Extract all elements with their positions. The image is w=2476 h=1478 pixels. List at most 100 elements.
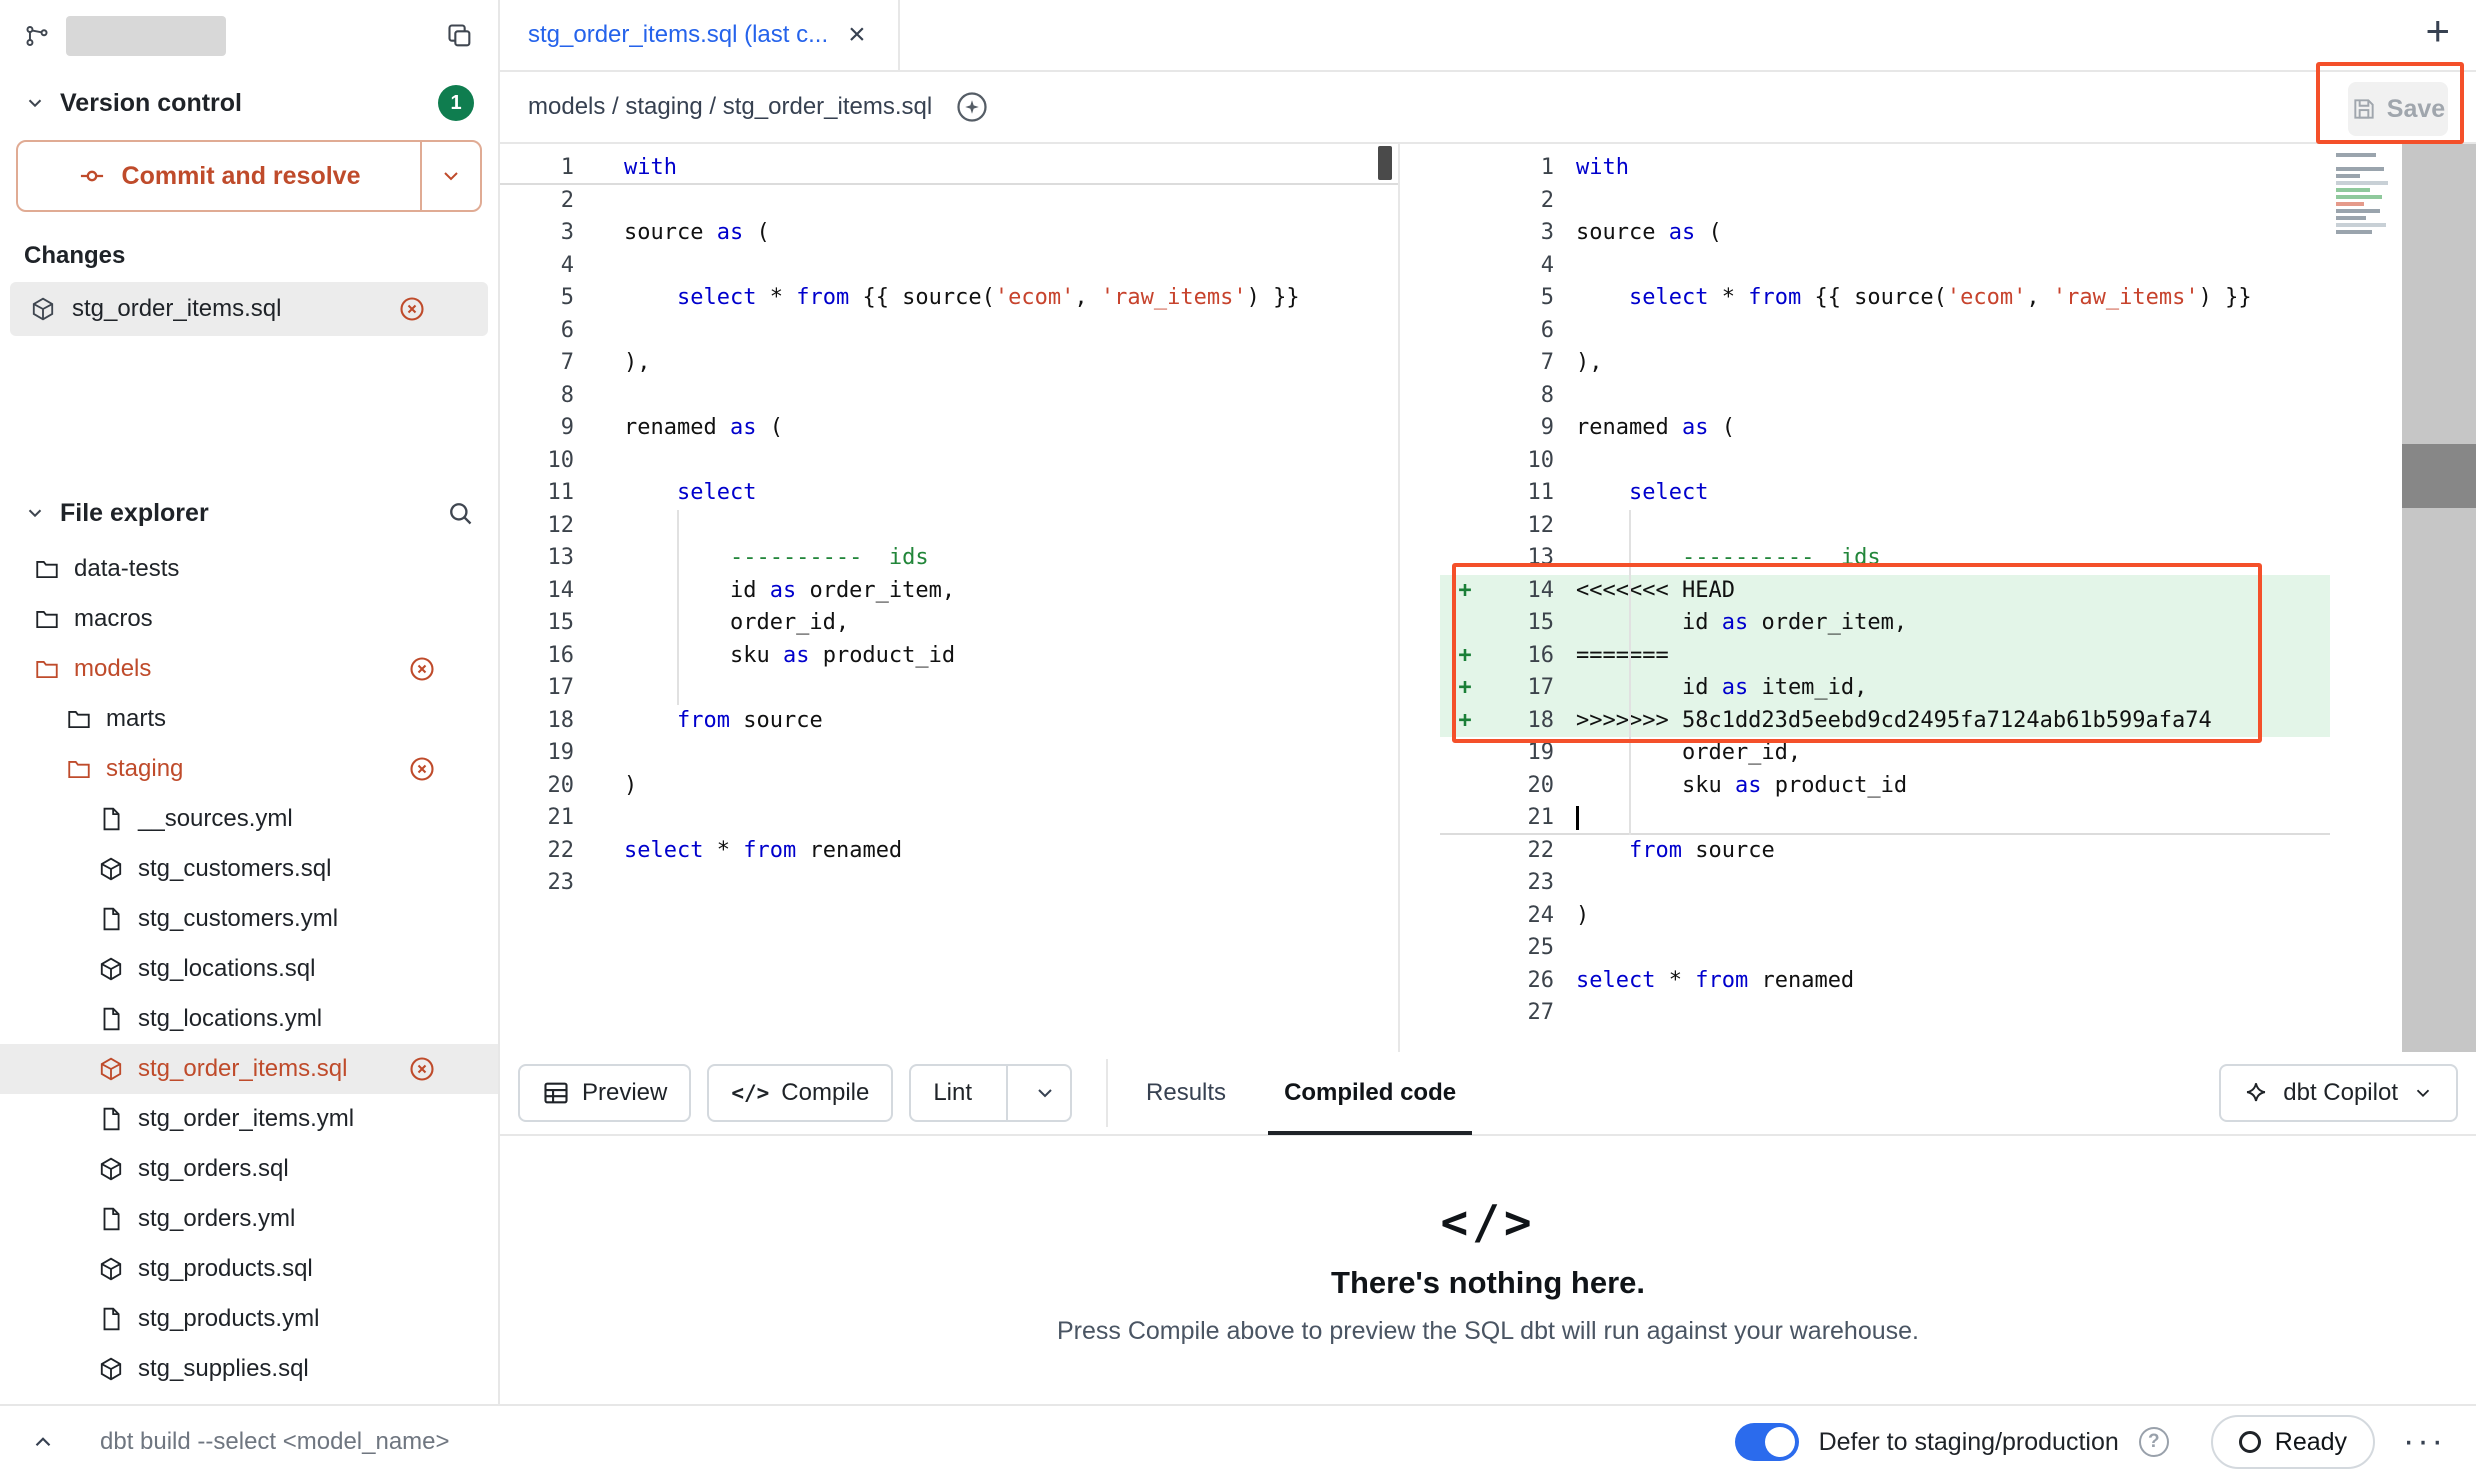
code-line-13[interactable]: 13 ---------- ids (1440, 542, 2330, 575)
file-item-stg-order-items-yml[interactable]: stg_order_items.yml (0, 1094, 498, 1144)
help-icon[interactable]: ? (2139, 1427, 2169, 1457)
editor-pane-right[interactable]: 1with23source as (45 select * from {{ so… (1440, 144, 2330, 1052)
commit-options-caret[interactable] (422, 142, 480, 210)
code-line-21[interactable]: 21 (1440, 802, 2330, 835)
file-item-stg-products-sql[interactable]: stg_products.sql (0, 1244, 498, 1294)
file-item-models[interactable]: models (0, 644, 498, 694)
code-line-3[interactable]: 3source as ( (500, 217, 1398, 250)
code-line-24[interactable]: 24) (1440, 900, 2330, 933)
code-line-12[interactable]: 12 (1440, 510, 2330, 543)
code-line-26[interactable]: 26select * from renamed (1440, 965, 2330, 998)
code-line-1[interactable]: 1with (1440, 152, 2330, 185)
file-item-stg-orders-sql[interactable]: stg_orders.sql (0, 1144, 498, 1194)
code-line-18[interactable]: 18 from source (500, 705, 1398, 738)
lint-button[interactable]: Lint (909, 1064, 1072, 1122)
code-line-3[interactable]: 3source as ( (1440, 217, 2330, 250)
defer-toggle[interactable] (1735, 1423, 1799, 1461)
save-button[interactable]: Save (2348, 82, 2448, 136)
copy-icon[interactable] (446, 22, 474, 50)
code-line-9[interactable]: 9renamed as ( (500, 412, 1398, 445)
command-input[interactable]: dbt build --select <model_name> (100, 1428, 450, 1456)
search-icon[interactable] (446, 499, 474, 527)
code-line-10[interactable]: 10 (1440, 445, 2330, 478)
tab-stg-order-items[interactable]: stg_order_items.sql (last c... × (500, 0, 900, 70)
changed-file-row[interactable]: stg_order_items.sql (10, 282, 488, 336)
code-line-25[interactable]: 25 (1440, 932, 2330, 965)
copilot-badge-icon[interactable] (954, 89, 990, 125)
file-item-data-tests[interactable]: data-tests (0, 544, 498, 594)
code-glyph: </> (1440, 1195, 1535, 1249)
code-line-11[interactable]: 11 select (500, 477, 1398, 510)
close-tab-icon[interactable]: × (848, 20, 866, 50)
file-item-stg-products-yml[interactable]: stg_products.yml (0, 1294, 498, 1344)
file-item-marts[interactable]: marts (0, 694, 498, 744)
ready-status-button[interactable]: Ready (2211, 1415, 2375, 1469)
compile-button[interactable]: </> Compile (707, 1064, 893, 1122)
code-line-6[interactable]: 6 (1440, 315, 2330, 348)
minimap[interactable] (2330, 144, 2402, 1052)
dbt-copilot-button[interactable]: dbt Copilot (2219, 1064, 2458, 1122)
file-item-stg-order-items-sql[interactable]: stg_order_items.sql (0, 1044, 498, 1094)
code-line-6[interactable]: 6 (500, 315, 1398, 348)
code-line-16[interactable]: +16======= (1440, 640, 2330, 673)
collapse-panel-icon[interactable] (30, 1429, 56, 1455)
code-line-22[interactable]: 22select * from renamed (500, 835, 1398, 868)
file-explorer-header[interactable]: File explorer (0, 482, 498, 544)
new-tab-icon[interactable]: + (2425, 10, 2450, 52)
code-line-5[interactable]: 5 select * from {{ source('ecom', 'raw_i… (500, 282, 1398, 315)
code-line-8[interactable]: 8 (500, 380, 1398, 413)
code-line-7[interactable]: 7), (1440, 347, 2330, 380)
preview-button[interactable]: Preview (518, 1064, 691, 1122)
code-line-5[interactable]: 5 select * from {{ source('ecom', 'raw_i… (1440, 282, 2330, 315)
lint-label[interactable]: Lint (911, 1066, 994, 1120)
tab-compiled-code[interactable]: Compiled code (1264, 1051, 1476, 1135)
file-item-stg-locations-yml[interactable]: stg_locations.yml (0, 994, 498, 1044)
code-line-17[interactable]: 17 (500, 672, 1398, 705)
code-line-11[interactable]: 11 select (1440, 477, 2330, 510)
code-line-15[interactable]: 15 id as order_item, (1440, 607, 2330, 640)
tab-results[interactable]: Results (1126, 1051, 1246, 1135)
code-line-16[interactable]: 16 sku as product_id (500, 640, 1398, 673)
version-control-header[interactable]: Version control 1 (0, 72, 498, 134)
code-line-20[interactable]: 20 sku as product_id (1440, 770, 2330, 803)
code-line-2[interactable]: 2 (1440, 185, 2330, 218)
code-line-22[interactable]: 22 from source (1440, 835, 2330, 868)
editor-scrollbar-track[interactable] (2402, 144, 2476, 1052)
file-item-staging[interactable]: staging (0, 744, 498, 794)
code-line-8[interactable]: 8 (1440, 380, 2330, 413)
code-line-10[interactable]: 10 (500, 445, 1398, 478)
code-line-21[interactable]: 21 (500, 802, 1398, 835)
code-line-15[interactable]: 15 order_id, (500, 607, 1398, 640)
commit-and-resolve-button[interactable]: Commit and resolve (16, 140, 482, 212)
more-options-icon[interactable]: ··· (2403, 1435, 2446, 1449)
code-line-19[interactable]: 19 order_id, (1440, 737, 2330, 770)
left-pane-scrollbar-thumb[interactable] (1378, 146, 1392, 180)
file-item-stg-customers-yml[interactable]: stg_customers.yml (0, 894, 498, 944)
code-line-7[interactable]: 7), (500, 347, 1398, 380)
editor-pane-left[interactable]: 1with23source as (45 select * from {{ so… (500, 144, 1400, 1052)
code-line-23[interactable]: 23 (500, 867, 1398, 900)
lint-options-caret[interactable] (1020, 1066, 1070, 1120)
file-item-stg-customers-sql[interactable]: stg_customers.sql (0, 844, 498, 894)
code-line-27[interactable]: 27 (1440, 997, 2330, 1030)
code-line-1[interactable]: 1with (500, 152, 1398, 185)
editor-scrollbar-thumb[interactable] (2402, 444, 2476, 508)
file-item--sources-yml[interactable]: __sources.yml (0, 794, 498, 844)
code-line-4[interactable]: 4 (500, 250, 1398, 283)
code-line-13[interactable]: 13 ---------- ids (500, 542, 1398, 575)
code-line-4[interactable]: 4 (1440, 250, 2330, 283)
file-item-stg-locations-sql[interactable]: stg_locations.sql (0, 944, 498, 994)
file-item-stg-supplies-sql[interactable]: stg_supplies.sql (0, 1344, 498, 1394)
code-line-23[interactable]: 23 (1440, 867, 2330, 900)
code-line-19[interactable]: 19 (500, 737, 1398, 770)
code-line-2[interactable]: 2 (500, 185, 1398, 218)
file-item-macros[interactable]: macros (0, 594, 498, 644)
code-line-18[interactable]: +18>>>>>>> 58c1dd23d5eebd9cd2495fa7124ab… (1440, 705, 2330, 738)
code-line-9[interactable]: 9renamed as ( (1440, 412, 2330, 445)
code-line-20[interactable]: 20) (500, 770, 1398, 803)
code-line-17[interactable]: +17 id as item_id, (1440, 672, 2330, 705)
code-line-14[interactable]: 14 id as order_item, (500, 575, 1398, 608)
file-item-stg-orders-yml[interactable]: stg_orders.yml (0, 1194, 498, 1244)
code-line-12[interactable]: 12 (500, 510, 1398, 543)
code-line-14[interactable]: +14<<<<<<< HEAD (1440, 575, 2330, 608)
